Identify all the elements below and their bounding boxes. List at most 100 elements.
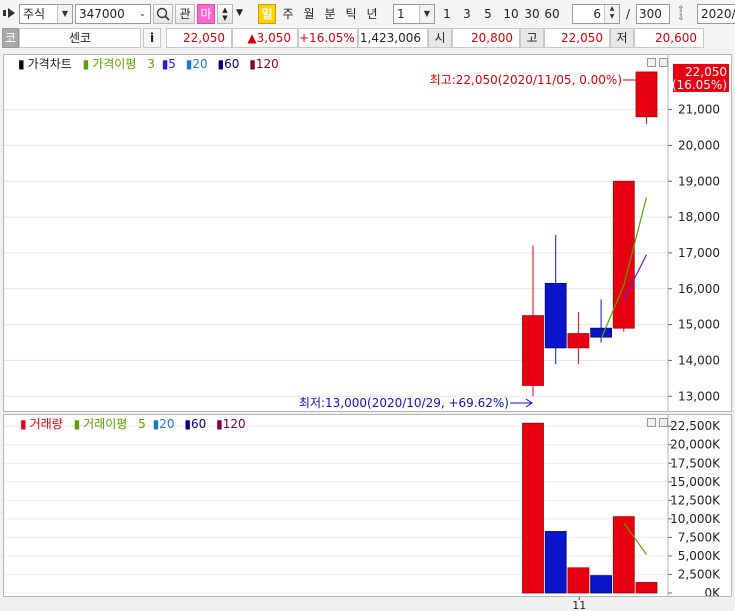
count-input[interactable]: 6 ▲ ▼ — [572, 4, 620, 24]
period-year-button[interactable]: 년 — [363, 4, 381, 24]
spin-button[interactable]: ▲ ▼ — [217, 4, 233, 24]
interval-button[interactable]: 10 — [502, 4, 520, 24]
high-label: 고 — [520, 28, 544, 48]
legend-vma-period: ▮20 — [152, 417, 175, 431]
volume-y-label: 2,500K — [678, 567, 721, 581]
volume-legend: ▮ 거래량 ▮ 거래이평 5 ▮20 ▮60 ▮120 — [20, 417, 252, 431]
legend-ma-period: ▮5 — [161, 57, 176, 71]
chevron-down-icon[interactable]: ▼ — [57, 5, 72, 23]
toolbar: 주식 ▼ 347000 ⌄ 관 마 ▲ ▼ ▼ 일 주 월 분 틱 년 1 ▼ 1… — [0, 0, 735, 27]
legend-ma-period: ▮120 — [249, 57, 279, 71]
volume-value: 1,423,006 — [358, 28, 428, 48]
candle-body — [590, 327, 612, 338]
volume-bar — [522, 422, 544, 594]
period-day-button[interactable]: 일 — [258, 4, 276, 24]
legend-volume-marker: ▮ — [20, 417, 27, 431]
legend-ma-period: 5 — [168, 57, 176, 71]
candle-body — [567, 333, 590, 349]
price-change: ▲3,050 — [232, 28, 298, 48]
chevron-down-icon[interactable]: ⌄ — [135, 5, 150, 23]
volume-bar — [635, 582, 658, 594]
volume-y-label: 0K — [704, 586, 721, 596]
interval-button[interactable]: 5 — [481, 4, 495, 24]
candle-body — [544, 282, 567, 349]
panel-toggle-icon[interactable] — [3, 7, 17, 19]
chevron-down-icon[interactable]: ▼ — [419, 5, 434, 23]
volume-y-label: 12,500K — [670, 493, 721, 507]
search-button[interactable] — [153, 4, 173, 24]
chevron-up-icon[interactable]: ▲ — [222, 6, 227, 14]
legend-vma-period: 120 — [222, 417, 246, 431]
count-value: 6 — [593, 7, 601, 21]
volume-bar — [590, 575, 612, 594]
legend-vma-title: 거래이평 — [83, 417, 128, 431]
period-week-button[interactable]: 주 — [279, 4, 297, 24]
price-y-label: 20,000 — [678, 138, 720, 152]
legend-ma-period: 3 — [147, 57, 155, 71]
volume-chart-svg[interactable]: 22,500K 20,000K 17,500K 15,000K 12,500K 10,00… — [4, 415, 731, 596]
stock-name: 센코 — [19, 28, 141, 48]
period-month-button[interactable]: 월 — [300, 4, 318, 24]
interval-select-value: 1 — [397, 7, 405, 21]
interval-select[interactable]: 1 ▼ — [393, 4, 435, 24]
legend-price-title: 가격차트 — [27, 57, 72, 71]
total-count-value: 300 — [639, 7, 662, 21]
count-separator: / — [625, 7, 631, 21]
watchlist-button[interactable]: 관 — [175, 4, 195, 24]
legend-price-marker: ▮ — [18, 57, 25, 71]
price-chart-svg[interactable]: 21,000 20,000 19,000 18,000 17,000 16,000 15,0… — [4, 55, 731, 411]
legend-vma-period: 5 — [138, 417, 146, 431]
dropdown-arrow-icon[interactable]: ▼ — [236, 8, 243, 18]
price-y-label: 19,000 — [678, 174, 720, 188]
current-price: 22,050 — [166, 28, 232, 48]
volume-chart-panel[interactable]: 22,500K 20,000K 17,500K 15,000K 12,500K 10,00… — [3, 414, 732, 597]
legend-vma-period: ▮60 — [184, 417, 207, 431]
period-tick-button[interactable]: 틱 — [342, 4, 360, 24]
last-price-pct: (16.05%) — [672, 78, 727, 92]
x-axis: 11 — [3, 597, 732, 611]
date-input[interactable]: 2020/1 — [697, 4, 735, 24]
volume-y-label: 20,000K — [670, 438, 721, 452]
legend-ma-title: 가격이평 — [92, 57, 137, 71]
legend-vma-period: 60 — [190, 417, 207, 431]
interval-button[interactable]: 30 — [523, 4, 541, 24]
open-label: 시 — [428, 28, 452, 48]
legend-vma-period: ▮120 — [216, 417, 246, 431]
price-y-label: 17,000 — [678, 246, 720, 260]
price-y-label: 21,000 — [678, 103, 720, 117]
close-icon[interactable] — [659, 58, 668, 67]
legend-vma-marker: ▮ — [73, 417, 81, 431]
minimize-icon[interactable] — [647, 58, 656, 67]
interval-button[interactable]: 60 — [543, 4, 561, 24]
expand-icon[interactable]: ⇧ ⇩ — [673, 6, 689, 23]
period-minute-button[interactable]: 분 — [321, 4, 339, 24]
candle-body — [522, 315, 544, 386]
chevron-down-icon[interactable]: ▼ — [222, 14, 227, 22]
market-select[interactable]: 주식 ▼ — [19, 4, 73, 24]
volume-y-label: 7,500K — [678, 530, 721, 544]
close-icon[interactable] — [659, 418, 668, 427]
market-select-value: 주식 — [23, 7, 46, 21]
stock-code-input[interactable]: 347000 ⌄ — [75, 4, 151, 24]
market-tag: 코 — [2, 28, 19, 48]
low-annotation: 최저:13,000(2020/10/29, +69.62%) — [299, 396, 509, 410]
legend-ma-period: 120 — [255, 57, 279, 71]
ma-button[interactable]: 마 — [197, 4, 215, 24]
low-price: 20,600 — [634, 28, 704, 48]
total-count-input[interactable]: 300 — [636, 4, 670, 24]
price-change-pct: +16.05% — [298, 28, 358, 48]
volume-bar — [544, 531, 567, 594]
volume-bar — [612, 516, 635, 594]
price-y-label: 18,000 — [678, 210, 720, 224]
price-chart-panel[interactable]: 21,000 20,000 19,000 18,000 17,000 16,000 15,0… — [3, 54, 732, 412]
price-legend: ▮ 가격차트 ▮ 가격이평 3 ▮5 ▮20 ▮60 ▮120 — [18, 57, 285, 71]
interval-button[interactable]: 3 — [460, 4, 474, 24]
spin-icon[interactable]: ▲ ▼ — [604, 5, 619, 23]
minimize-icon[interactable] — [647, 418, 656, 427]
volume-y-label: 17,500K — [670, 456, 721, 470]
info-button[interactable]: i — [143, 28, 161, 48]
price-y-label: 13,000 — [678, 389, 720, 403]
volume-y-label: 10,000K — [670, 512, 721, 526]
date-value: 2020/1 — [701, 7, 735, 21]
interval-button[interactable]: 1 — [440, 4, 454, 24]
